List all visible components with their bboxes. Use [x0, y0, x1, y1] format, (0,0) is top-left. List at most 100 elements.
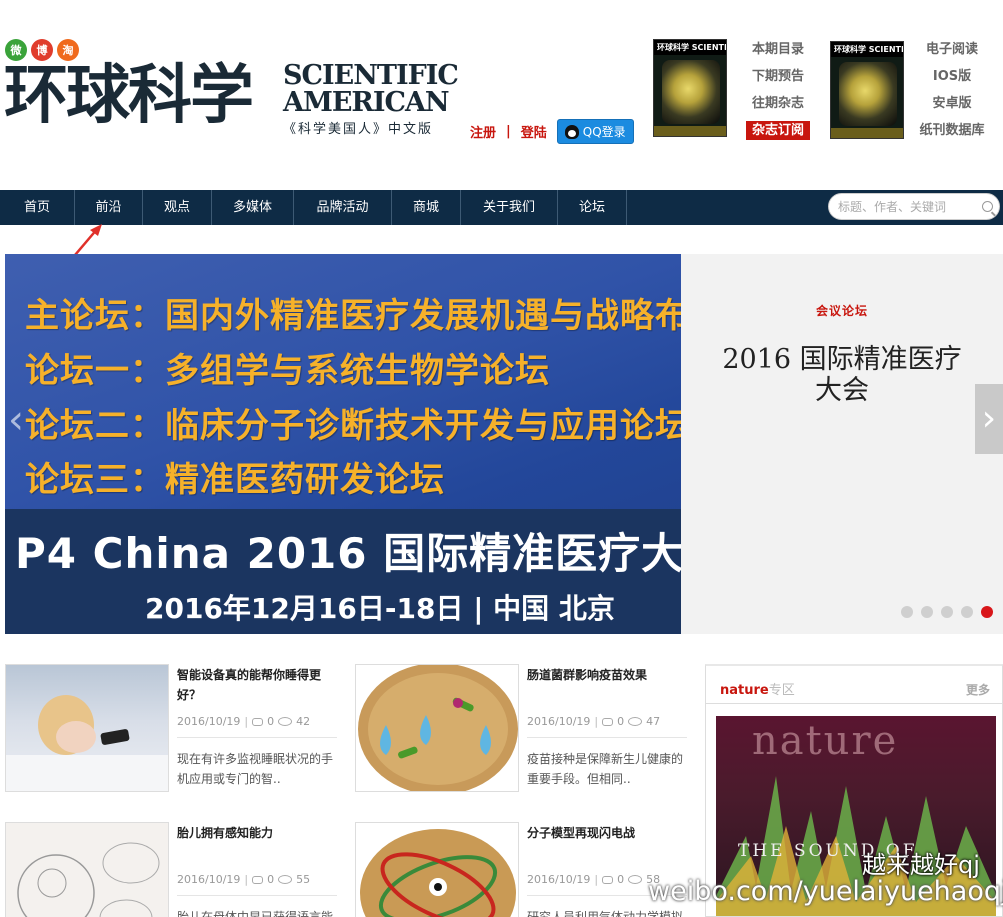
search-input[interactable] [838, 199, 978, 214]
ios-link[interactable]: IOS版 [933, 69, 971, 84]
comment-count: 0 [267, 715, 275, 728]
watermark-text: 越来越好qj [862, 851, 980, 879]
article-meta: 2016/10/19 | 0 42 [177, 715, 337, 738]
article-summary: 现在有许多监视睡眠状况的手机应用或专门的智.. [177, 752, 334, 786]
cover-art [839, 62, 897, 126]
article-card: 肠道菌群影响疫苗效果 2016/10/19 | 0 47 疫苗接种是保障新生儿健… [355, 664, 690, 794]
banner-line-3: 论坛三：精准医药研发论坛 [25, 460, 445, 500]
carousel-dot[interactable] [941, 606, 953, 618]
nav-item-forum[interactable]: 论坛 [558, 190, 627, 225]
article-meta: 2016/10/19 | 0 55 [177, 873, 337, 896]
slide-category[interactable]: 会议论坛 [681, 302, 1003, 319]
qq-login-button[interactable]: QQ登录 [556, 119, 634, 144]
article-date: 2016/10/19 [527, 715, 591, 728]
views-icon [278, 875, 293, 884]
past-issues-link[interactable]: 往期杂志 [752, 96, 804, 111]
comment-count: 0 [617, 873, 625, 886]
article-card: 智能设备真的能帮你睡得更好？ 2016/10/19 | 0 42 现在有许多监视… [5, 664, 340, 794]
comment-icon [602, 875, 614, 884]
next-issue-link[interactable]: 下期预告 [752, 69, 804, 84]
article-thumbnail[interactable] [355, 822, 519, 917]
logo-chinese[interactable]: 环球科学 [4, 60, 254, 132]
more-link[interactable]: 更多 [966, 681, 990, 698]
meta-separator: | [594, 715, 599, 728]
nav-item-multimedia[interactable]: 多媒体 [212, 190, 294, 225]
carousel-dots [901, 606, 993, 618]
nature-header: nature专区 更多 [706, 666, 1002, 704]
view-count: 42 [296, 715, 311, 728]
article-summary: 疫苗接种是保障新生儿健康的重要手段。但相同.. [527, 752, 684, 786]
carousel-dot-active[interactable] [981, 606, 993, 618]
android-link[interactable]: 安卓版 [932, 96, 971, 111]
digital-links: 电子阅读 IOS版 安卓版 纸刊数据库 [912, 36, 992, 144]
logo-en-line1: SCIENTIFIC [283, 60, 459, 91]
watermark-url: weibo.com/yuelaiyuehaoqj [648, 876, 1003, 907]
banner-line-main: 主论坛：国内外精准医疗发展机遇与战略布局 [25, 296, 681, 336]
cover-strip [831, 128, 903, 138]
print-database-link[interactable]: 纸刊数据库 [919, 123, 984, 138]
current-issue-link[interactable]: 本期目录 [752, 42, 804, 57]
article-title[interactable]: 肠道菌群影响疫苗效果 [527, 665, 687, 685]
logo-english[interactable]: SCIENTIFIC AMERICAN [283, 60, 459, 118]
e-reading-link[interactable]: 电子阅读 [926, 42, 978, 57]
meta-separator: | [244, 873, 249, 886]
search-icon[interactable] [982, 201, 993, 212]
carousel-dot[interactable] [921, 606, 933, 618]
views-icon [278, 717, 293, 726]
meta-separator: | [244, 715, 249, 728]
nav-item-events[interactable]: 品牌活动 [294, 190, 392, 225]
article-summary: 研究人员利用气体动力学模拟战争进程。 [527, 910, 684, 917]
nav-item-shop[interactable]: 商城 [392, 190, 461, 225]
logo-subtitle: 《科学美国人》中文版 [283, 122, 434, 137]
nature-suffix: 专区 [768, 683, 795, 698]
login-links: 注册 | 登陆 QQ登录 [470, 119, 634, 144]
main-nav: 首页 前沿 观点 多媒体 品牌活动 商城 关于我们 论坛 [0, 190, 1003, 225]
carousel-next-icon[interactable]: › [975, 384, 1003, 454]
login-link[interactable]: 登陆 [521, 122, 547, 141]
slide-title[interactable]: 2016 国际精准医疗大会 [711, 344, 973, 406]
cover-strip [654, 126, 726, 136]
register-link[interactable]: 注册 [470, 122, 496, 141]
cover-title: 环球科学 SCIENTIFIC AMERICAN [831, 42, 903, 57]
article-date: 2016/10/19 [527, 873, 591, 886]
article-title[interactable]: 胎儿拥有感知能力 [177, 823, 337, 843]
comment-count: 0 [617, 715, 625, 728]
digital-issue-cover[interactable]: 环球科学 SCIENTIFIC AMERICAN [830, 41, 904, 139]
article-title[interactable]: 智能设备真的能帮你睡得更好？ [177, 665, 337, 705]
carousel-prev-icon[interactable]: ‹ [8, 400, 30, 440]
view-count: 47 [646, 715, 661, 728]
nav-item-frontier[interactable]: 前沿 [75, 190, 143, 225]
banner-event-date: 2016年12月16日-18日 | 中国 北京 [145, 592, 615, 625]
nature-title: nature [720, 683, 769, 698]
subscribe-button[interactable]: 杂志订阅 [745, 121, 810, 140]
carousel-dot[interactable] [901, 606, 913, 618]
carousel-banner-image[interactable]: 主论坛：国内外精准医疗发展机遇与战略布局 论坛一：多组学与系统生物学论坛 论坛二… [5, 254, 681, 634]
nav-item-home[interactable]: 首页 [0, 190, 75, 225]
cover-art [662, 60, 720, 124]
article-thumbnail[interactable] [5, 664, 169, 792]
carousel-dot[interactable] [961, 606, 973, 618]
carousel-caption-panel[interactable]: 会议论坛 2016 国际精准医疗大会 [681, 254, 1003, 634]
article-thumbnail[interactable] [5, 822, 169, 917]
article-thumbnail[interactable] [355, 664, 519, 792]
article-date: 2016/10/19 [177, 873, 241, 886]
view-count: 55 [296, 873, 311, 886]
nature-section-title[interactable]: nature专区 [720, 679, 795, 698]
molecular-model-image [360, 829, 516, 917]
issue-links: 本期目录 下期预告 往期杂志 杂志订阅 [740, 36, 816, 144]
logo-en-line2: AMERICAN [283, 87, 450, 118]
article-summary: 胎儿在母体中早已获得语言能力，手脚协调能力.. [177, 910, 334, 917]
banner-line-2: 论坛二：临床分子诊断技术开发与应用论坛 [25, 406, 681, 446]
comment-count: 0 [267, 873, 275, 886]
current-issue-cover[interactable]: 环球科学 SCIENTIFIC AMERICAN [653, 39, 727, 137]
nav-item-opinion[interactable]: 观点 [143, 190, 212, 225]
article-card: 胎儿拥有感知能力 2016/10/19 | 0 55 胎儿在母体中早已获得语言能… [5, 822, 340, 917]
article-date: 2016/10/19 [177, 715, 241, 728]
cover-title: 环球科学 SCIENTIFIC AMERICAN [654, 40, 726, 55]
article-title[interactable]: 分子模型再现闪电战 [527, 823, 687, 843]
fetus-sketch-image [17, 842, 160, 917]
qq-login-label: QQ登录 [582, 125, 626, 139]
nav-item-about[interactable]: 关于我们 [461, 190, 558, 225]
comment-icon [252, 717, 264, 726]
article-meta: 2016/10/19 | 0 47 [527, 715, 687, 738]
